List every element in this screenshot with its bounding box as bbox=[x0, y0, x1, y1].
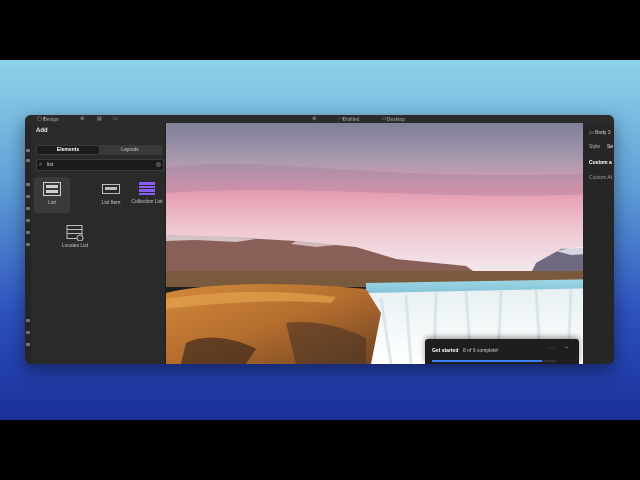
video-icon[interactable] bbox=[26, 343, 30, 346]
tab-settings[interactable]: Se bbox=[607, 144, 613, 150]
custom-attributes-heading: Custom a bbox=[589, 160, 612, 166]
element-list-item[interactable]: List Item bbox=[93, 177, 129, 213]
right-settings-panel: ▭ Body 2 Style Se Custom a Custom At bbox=[583, 123, 614, 364]
checklist-progress-text: 8 of 9 complete! bbox=[463, 348, 499, 354]
add-panel-title: Add bbox=[36, 128, 48, 134]
audit-icon[interactable] bbox=[26, 331, 30, 334]
element-collection-list[interactable]: Collection List bbox=[129, 177, 165, 213]
page-selector[interactable]: ▢ Design ▾ bbox=[37, 116, 59, 123]
device-selector[interactable]: ▭ Desktop bbox=[382, 116, 405, 123]
gear-icon[interactable]: ⚙ bbox=[312, 116, 316, 122]
waterfall-landscape-image bbox=[166, 123, 606, 364]
tab-layouts[interactable]: Layouts bbox=[99, 146, 161, 154]
get-started-checklist[interactable]: Get started 8 of 9 complete! ··· ⌃ bbox=[425, 339, 579, 364]
tab-style[interactable]: Style bbox=[589, 144, 600, 150]
doc-title[interactable]: ◌ Untitled ▾ bbox=[338, 116, 359, 123]
clear-search-icon[interactable]: × bbox=[156, 162, 161, 167]
element-locales-list-label: Locales List bbox=[61, 243, 89, 249]
pages-icon[interactable]: ▭ bbox=[113, 116, 118, 122]
canvas-hero-image[interactable] bbox=[166, 123, 606, 364]
element-collection-list-label: Collection List bbox=[131, 199, 163, 205]
settings-icon[interactable]: ⚙ bbox=[80, 116, 84, 122]
more-icon[interactable]: ··· bbox=[549, 346, 555, 352]
tab-elements[interactable]: Elements bbox=[37, 146, 99, 154]
checklist-progress-fill bbox=[432, 360, 543, 362]
help-icon[interactable] bbox=[26, 319, 30, 322]
add-panel-tabs: Elements Layouts bbox=[36, 145, 162, 155]
ecommerce-icon[interactable] bbox=[26, 231, 30, 234]
layers-icon[interactable]: ▤ bbox=[97, 116, 102, 122]
components-icon[interactable] bbox=[26, 183, 30, 186]
checklist-title: Get started bbox=[432, 348, 459, 354]
locales-list-icon bbox=[66, 225, 84, 241]
cms-icon[interactable] bbox=[26, 207, 30, 210]
element-list-item-label: List Item bbox=[101, 200, 121, 206]
selected-element-breadcrumb[interactable]: ▭ Body 2 bbox=[589, 130, 611, 136]
list-item-icon bbox=[102, 184, 120, 194]
custom-attributes-label: Custom At bbox=[589, 175, 613, 181]
navigator-icon[interactable] bbox=[26, 159, 30, 162]
add-panel: Add Elements Layouts ⌕ list × List List … bbox=[31, 123, 165, 364]
checklist-progress-bar bbox=[432, 360, 556, 362]
element-locales-list[interactable]: Locales List bbox=[57, 220, 93, 256]
list-icon bbox=[43, 182, 61, 196]
search-value: list bbox=[47, 162, 54, 168]
chevron-up-icon[interactable]: ⌃ bbox=[564, 346, 569, 353]
breadcrumb-label: Body 2 bbox=[595, 130, 611, 136]
collection-list-icon bbox=[139, 182, 155, 195]
users-icon[interactable] bbox=[26, 243, 30, 246]
assets-icon[interactable] bbox=[26, 219, 30, 222]
top-bar: ▢ Design ▾ ⚙ ▤ ▭ ⚙ ◌ Untitled ▾ ▭ Deskto… bbox=[25, 115, 614, 123]
element-list-label: List bbox=[48, 200, 56, 206]
app-window: ▢ Design ▾ ⚙ ▤ ▭ ⚙ ◌ Untitled ▾ ▭ Deskto… bbox=[25, 115, 614, 364]
search-input[interactable]: ⌕ list × bbox=[36, 159, 164, 171]
add-icon[interactable] bbox=[26, 149, 30, 152]
pages-rail-icon[interactable] bbox=[26, 195, 30, 198]
search-icon: ⌕ bbox=[39, 162, 43, 168]
element-list[interactable]: List bbox=[34, 177, 70, 213]
